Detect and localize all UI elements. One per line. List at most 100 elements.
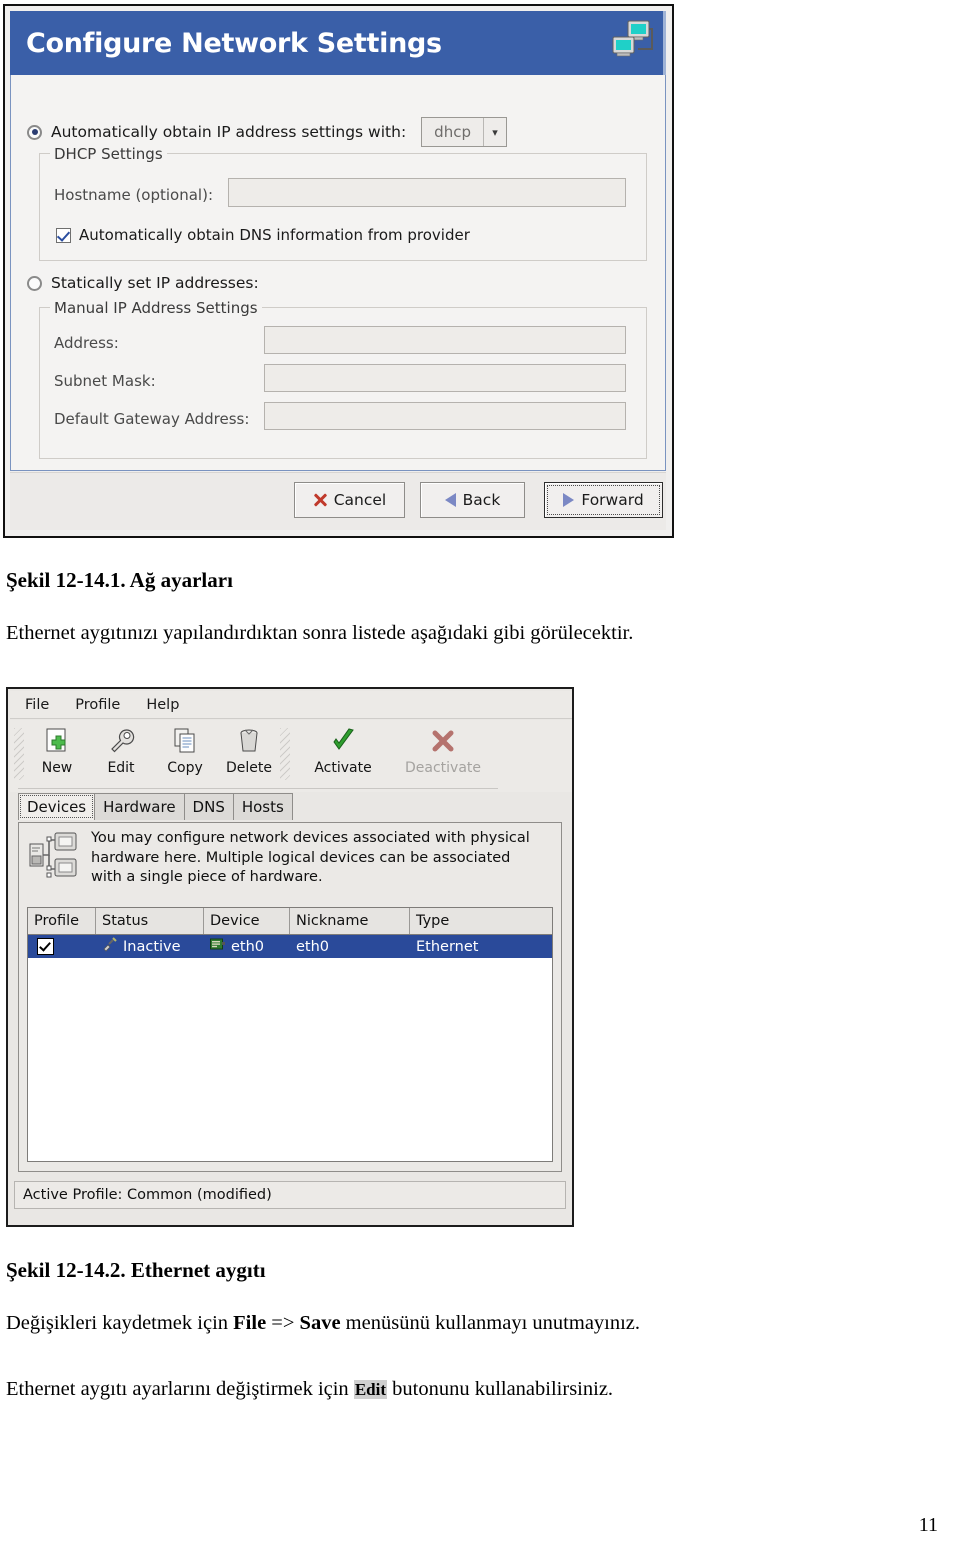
column-profile: Profile bbox=[28, 908, 96, 934]
back-button[interactable]: Back bbox=[420, 482, 525, 518]
gateway-label: Default Gateway Address: bbox=[54, 410, 250, 428]
column-status: Status bbox=[96, 908, 204, 934]
dialog-body: Automatically obtain IP address settings… bbox=[10, 75, 666, 471]
toolbar-new-label: New bbox=[41, 760, 73, 776]
toolbar-activate-button[interactable]: Activate bbox=[302, 724, 384, 788]
edit-instruction-paragraph: Ethernet aygıtı ayarlarını değiştirmek i… bbox=[6, 1378, 613, 1401]
toolbar-divider bbox=[18, 788, 498, 789]
address-label: Address: bbox=[54, 334, 119, 352]
table-row[interactable]: Inactive eth0 eth0 Ethernet bbox=[28, 935, 552, 958]
wrench-icon bbox=[106, 724, 136, 758]
unplugged-connector-icon bbox=[102, 937, 117, 956]
manual-ip-settings-group: Manual IP Address Settings Address: Subn… bbox=[39, 299, 647, 459]
toolbar-separator bbox=[280, 728, 290, 780]
devices-table-header: Profile Status Device Nickname Type bbox=[28, 908, 552, 935]
edit-button-ref: Edit bbox=[353, 1380, 387, 1399]
menu-file-ref: File bbox=[233, 1312, 267, 1334]
info-banner: You may configure network devices associ… bbox=[27, 829, 541, 888]
menu-save-ref: Save bbox=[299, 1312, 341, 1334]
page-title: Configure Network Settings bbox=[26, 27, 442, 59]
new-document-icon bbox=[42, 724, 72, 758]
cell-status: Inactive bbox=[96, 937, 204, 956]
chevron-down-icon: ▾ bbox=[482, 118, 506, 146]
figure-1-caption: Şekil 12-14.1. Ağ ayarları bbox=[6, 568, 233, 592]
arrow-right-icon bbox=[563, 493, 575, 507]
toolbar-new-button[interactable]: New bbox=[24, 724, 90, 788]
hostname-input[interactable] bbox=[228, 178, 626, 207]
back-button-label: Back bbox=[462, 491, 501, 509]
dhcp-settings-group: DHCP Settings Hostname (optional): Autom… bbox=[39, 145, 647, 261]
toolbar-copy-button[interactable]: Copy bbox=[152, 724, 218, 788]
cancel-button[interactable]: Cancel bbox=[294, 482, 405, 518]
page-number: 11 bbox=[918, 1514, 938, 1536]
static-ip-label: Statically set IP addresses: bbox=[51, 274, 259, 292]
save-instruction-part-2: menüsünü kullanmayı unutmayınız. bbox=[340, 1312, 641, 1334]
arrow-left-icon bbox=[444, 493, 456, 507]
toolbar-activate-label: Activate bbox=[314, 760, 372, 776]
profile-checkbox[interactable] bbox=[37, 938, 54, 955]
dns-auto-checkbox[interactable] bbox=[56, 227, 71, 243]
network-devices-icon bbox=[27, 829, 79, 885]
dns-auto-checkbox-row[interactable]: Automatically obtain DNS information fro… bbox=[56, 226, 470, 244]
auto-ip-radio-row[interactable]: Automatically obtain IP address settings… bbox=[27, 117, 507, 147]
intro-paragraph: Ethernet aygıtınızı yapılandırdıktan son… bbox=[6, 622, 634, 644]
forward-button-label: Forward bbox=[581, 491, 644, 509]
menu-profile[interactable]: Profile bbox=[75, 697, 120, 713]
save-instruction-paragraph: Değişikleri kaydetmek için File => Save … bbox=[6, 1312, 640, 1335]
toolbar-delete-button[interactable]: Delete bbox=[216, 724, 282, 788]
address-input[interactable] bbox=[264, 326, 626, 354]
subnet-mask-label: Subnet Mask: bbox=[54, 372, 156, 390]
column-nickname: Nickname bbox=[290, 908, 410, 934]
tab-hardware[interactable]: Hardware bbox=[94, 793, 185, 820]
tab-hosts[interactable]: Hosts bbox=[232, 793, 293, 820]
network-configuration-window: File Profile Help New Edit Copy Delete A… bbox=[6, 687, 574, 1227]
status-text: Inactive bbox=[123, 938, 181, 955]
gateway-input[interactable] bbox=[264, 402, 626, 430]
close-icon bbox=[313, 493, 327, 507]
column-device: Device bbox=[204, 908, 290, 934]
save-instruction-arrow: => bbox=[266, 1312, 300, 1334]
devices-tab-panel: You may configure network devices associ… bbox=[18, 822, 562, 1172]
static-ip-radio-row[interactable]: Statically set IP addresses: bbox=[27, 274, 259, 292]
nic-card-icon bbox=[210, 938, 225, 955]
toolbar-edit-label: Edit bbox=[107, 760, 135, 776]
dialog-footer: Cancel Back Forward bbox=[10, 472, 666, 530]
forward-button[interactable]: Forward bbox=[544, 482, 663, 518]
device-text: eth0 bbox=[231, 938, 265, 955]
toolbar-copy-label: Copy bbox=[167, 760, 203, 776]
edit-instruction-part-2: butonunu kullanabilirsiniz. bbox=[387, 1378, 614, 1400]
auto-ip-radio[interactable] bbox=[27, 124, 42, 140]
auto-ip-label: Automatically obtain IP address settings… bbox=[51, 123, 407, 141]
dialog-titlebar: Configure Network Settings bbox=[10, 11, 666, 75]
menu-help[interactable]: Help bbox=[146, 697, 179, 713]
dns-auto-label: Automatically obtain DNS information fro… bbox=[79, 226, 470, 244]
dhcp-settings-group-title: DHCP Settings bbox=[50, 145, 167, 163]
cell-type: Ethernet bbox=[416, 938, 479, 955]
devices-table: Profile Status Device Nickname Type Inac… bbox=[27, 907, 553, 1162]
toolbar-edit-button[interactable]: Edit bbox=[88, 724, 154, 788]
figure-2-caption: Şekil 12-14.2. Ethernet aygıtı bbox=[6, 1258, 266, 1282]
save-instruction-part-1: Değişikleri kaydetmek için bbox=[6, 1312, 234, 1334]
dhcp-method-value: dhcp bbox=[434, 123, 471, 141]
tab-devices[interactable]: Devices bbox=[18, 793, 96, 820]
manual-ip-group-title: Manual IP Address Settings bbox=[50, 299, 262, 317]
cell-nickname: eth0 bbox=[296, 938, 330, 955]
red-x-icon bbox=[428, 724, 458, 758]
trash-can-icon bbox=[234, 724, 264, 758]
toolbar-grip-left bbox=[14, 728, 24, 780]
network-computers-icon bbox=[607, 18, 653, 69]
info-banner-text: You may configure network devices associ… bbox=[91, 830, 530, 886]
dhcp-method-select[interactable]: dhcp ▾ bbox=[421, 117, 507, 147]
column-type: Type bbox=[416, 913, 450, 929]
toolbar-delete-label: Delete bbox=[226, 760, 272, 776]
tab-dns[interactable]: DNS bbox=[183, 793, 234, 820]
status-bar: Active Profile: Common (modified) bbox=[14, 1181, 566, 1209]
static-ip-radio[interactable] bbox=[27, 275, 42, 291]
cell-profile[interactable] bbox=[28, 938, 96, 955]
copy-pages-icon bbox=[170, 724, 200, 758]
cell-device: eth0 bbox=[204, 938, 290, 955]
green-check-icon bbox=[328, 724, 358, 758]
edit-instruction-part-1: Ethernet aygıtı ayarlarını değiştirmek i… bbox=[6, 1378, 354, 1400]
menu-file[interactable]: File bbox=[25, 697, 49, 713]
subnet-mask-input[interactable] bbox=[264, 364, 626, 392]
